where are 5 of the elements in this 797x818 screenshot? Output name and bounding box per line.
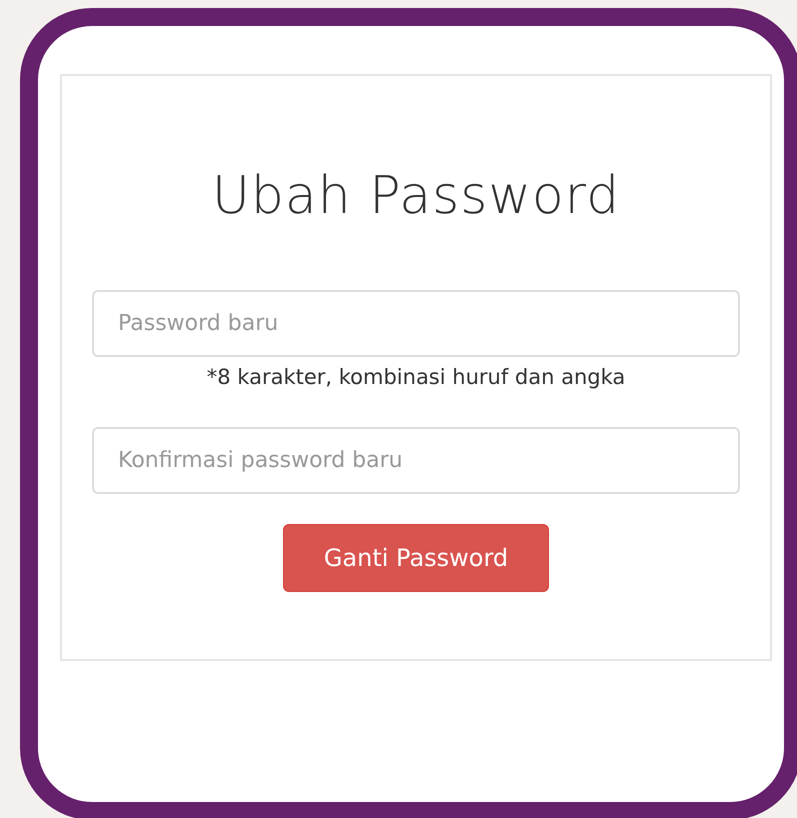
page-title: Ubah Password bbox=[212, 166, 620, 226]
password-field[interactable]: Password baru bbox=[92, 290, 740, 357]
change-password-button[interactable]: Ganti Password bbox=[283, 524, 549, 592]
password-field[interactable]: Konfirmasi password baru bbox=[92, 427, 740, 494]
hint-text: *8 karakter, kombinasi huruf dan angka bbox=[206, 365, 626, 389]
